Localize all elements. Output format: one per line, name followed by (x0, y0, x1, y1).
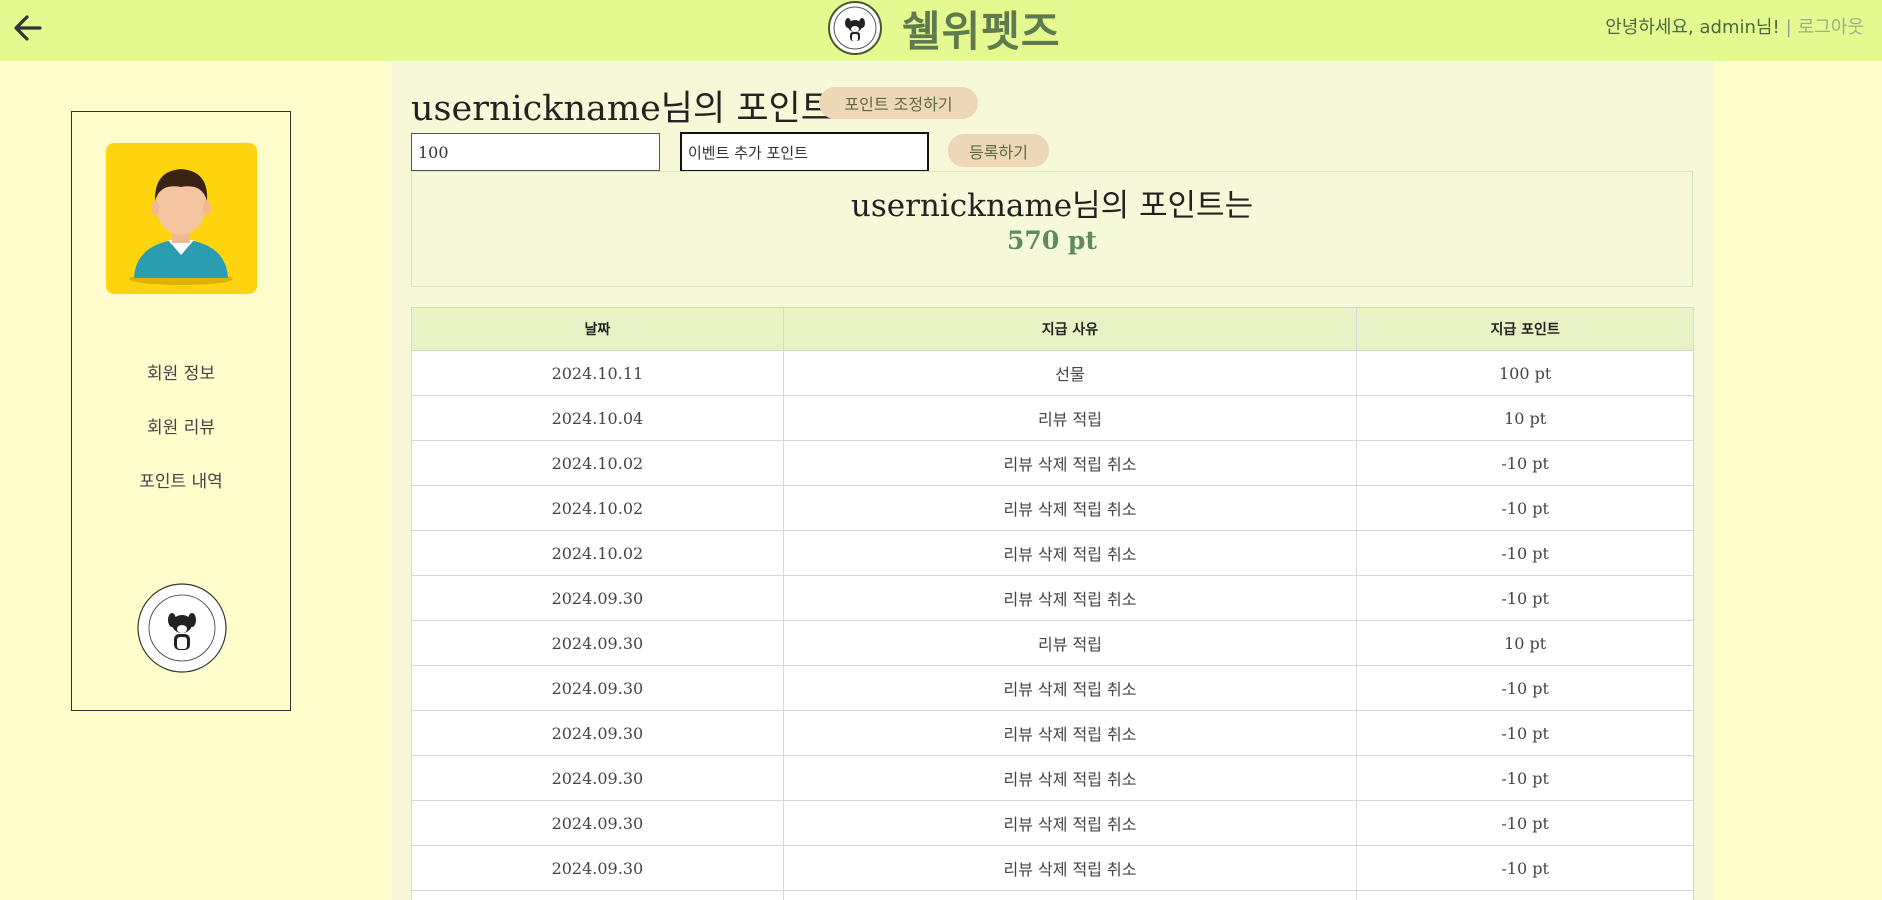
reason-cell: 리뷰 적립 (782, 620, 1358, 666)
point-reason-input[interactable] (680, 132, 929, 172)
reason-cell: 리뷰 삭제 적립 취소 (782, 440, 1358, 486)
date-cell: 2024.09.30 (411, 665, 784, 711)
points-cell: -10 pt (1356, 665, 1694, 711)
header-separator: | (1785, 17, 1792, 38)
date-cell: 2024.09.30 (411, 710, 784, 756)
sidebar-item-member-reviews[interactable]: 회원 리뷰 (72, 418, 290, 472)
date-cell: 2024.09.30 (411, 845, 784, 891)
point-history-table: 날짜 지급 사유 지급 포인트 2024.10.11 선물 100 pt 2024.1… (411, 307, 1694, 900)
table-row: 2024.09.30 리뷰 삭제 적립 취소 -10 pt (411, 575, 1694, 621)
user-menu: 안녕하세요, admin님! | 로그아웃 (1605, 13, 1864, 39)
sidebar: 회원 정보 회원 리뷰 포인트 내역 (71, 111, 291, 711)
table-row: 2024.09.30 리뷰 삭제 적립 취소 -10 pt (411, 665, 1694, 711)
points-cell: -10 pt (1356, 755, 1694, 801)
reason-cell: 리뷰 삭제 적립 취소 (782, 665, 1358, 711)
date-cell (411, 890, 784, 900)
dog-logo-icon (136, 582, 228, 674)
points-cell: 10 pt (1356, 395, 1694, 441)
logout-link[interactable]: 로그아웃 (1798, 17, 1864, 38)
points-cell: -10 pt (1356, 440, 1694, 486)
table-row: 2024.10.04 리뷰 적립 10 pt (411, 395, 1694, 441)
points-cell: 10 pt (1356, 620, 1694, 666)
sidebar-menu: 회원 정보 회원 리뷰 포인트 내역 (72, 364, 290, 526)
reason-cell: 리뷰 적립 (782, 395, 1358, 441)
points-cell: 100 pt (1356, 350, 1694, 396)
greeting-text: 안녕하세요, admin님! (1605, 17, 1780, 38)
date-cell: 2024.10.02 (411, 530, 784, 576)
table-row: 2024.09.30 리뷰 삭제 적립 취소 -10 pt (411, 710, 1694, 756)
summary-value: 570 pt (1007, 226, 1097, 255)
top-header: 쉘위펫즈 안녕하세요, admin님! | 로그아웃 (0, 0, 1882, 61)
column-header-date: 날짜 (411, 307, 784, 351)
reason-cell: 리뷰 삭제 적립 취소 (782, 485, 1358, 531)
date-cell: 2024.09.30 (411, 800, 784, 846)
column-header-points: 지급 포인트 (1356, 307, 1694, 351)
main-panel: usernickname님의 포인트 포인트 조정하기 등록하기 usernic… (392, 61, 1714, 900)
date-cell: 2024.10.04 (411, 395, 784, 441)
points-cell: -10 pt (1356, 845, 1694, 891)
table-row: 2024.09.30 리뷰 삭제 적립 취소 -10 pt (411, 845, 1694, 891)
table-row: 2024.10.02 리뷰 삭제 적립 취소 -10 pt (411, 440, 1694, 486)
brand-logo[interactable]: 쉘위펫즈 (828, 0, 1061, 56)
reason-cell: 리뷰 삭제 적립 취소 (782, 710, 1358, 756)
table-row: 2024.10.11 선물 100 pt (411, 350, 1694, 396)
reason-cell: 선물 (782, 350, 1358, 396)
date-cell: 2024.09.30 (411, 620, 784, 666)
points-cell: -10 pt (1356, 800, 1694, 846)
point-summary: usernickname님의 포인트는 570 pt (411, 171, 1693, 287)
summary-label: usernickname님의 포인트는 (850, 188, 1254, 224)
dog-logo-icon (828, 1, 882, 55)
adjust-points-button[interactable]: 포인트 조정하기 (819, 87, 978, 119)
user-avatar-icon (106, 143, 257, 294)
register-button[interactable]: 등록하기 (948, 134, 1049, 167)
points-cell (1356, 890, 1694, 900)
date-cell: 2024.09.30 (411, 575, 784, 621)
column-header-reason: 지급 사유 (782, 307, 1358, 351)
brand-name: 쉘위펫즈 (902, 6, 1061, 56)
sidebar-item-member-info[interactable]: 회원 정보 (72, 364, 290, 418)
points-cell: -10 pt (1356, 530, 1694, 576)
reason-cell: 리뷰 삭제 적립 취소 (782, 845, 1358, 891)
table-header-row: 날짜 지급 사유 지급 포인트 (411, 307, 1694, 351)
reason-cell: 리뷰 삭제 적립 취소 (782, 575, 1358, 621)
points-cell: -10 pt (1356, 485, 1694, 531)
table-row: 2024.09.30 리뷰 삭제 적립 취소 -10 pt (411, 800, 1694, 846)
table-row: 2024.09.30 리뷰 적립 10 pt (411, 620, 1694, 666)
table-row (411, 890, 1694, 900)
sidebar-item-point-history[interactable]: 포인트 내역 (72, 472, 290, 526)
points-cell: -10 pt (1356, 710, 1694, 756)
back-arrow-icon[interactable] (10, 10, 46, 46)
reason-cell (782, 890, 1358, 900)
reason-cell: 리뷰 삭제 적립 취소 (782, 800, 1358, 846)
date-cell: 2024.09.30 (411, 755, 784, 801)
point-amount-input[interactable] (411, 133, 660, 171)
table-row: 2024.10.02 리뷰 삭제 적립 취소 -10 pt (411, 530, 1694, 576)
reason-cell: 리뷰 삭제 적립 취소 (782, 755, 1358, 801)
points-cell: -10 pt (1356, 575, 1694, 621)
table-row: 2024.09.30 리뷰 삭제 적립 취소 -10 pt (411, 755, 1694, 801)
date-cell: 2024.10.02 (411, 440, 784, 486)
date-cell: 2024.10.11 (411, 350, 784, 396)
reason-cell: 리뷰 삭제 적립 취소 (782, 530, 1358, 576)
date-cell: 2024.10.02 (411, 485, 784, 531)
table-row: 2024.10.02 리뷰 삭제 적립 취소 -10 pt (411, 485, 1694, 531)
page-title: usernickname님의 포인트 (411, 89, 833, 129)
